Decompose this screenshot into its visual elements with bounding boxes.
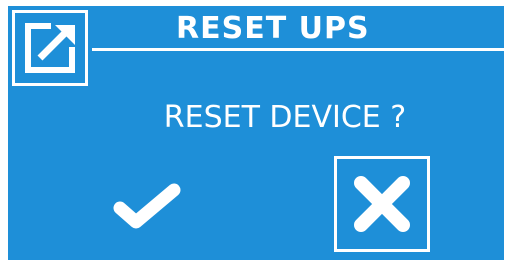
title-divider: [92, 48, 504, 51]
external-link-icon: [12, 10, 88, 86]
checkmark-icon: [113, 183, 181, 229]
page-title: RESET UPS: [176, 11, 370, 46]
confirm-question: RESET DEVICE ?: [163, 100, 407, 135]
cancel-button[interactable]: [334, 156, 430, 252]
lcd-screen: RESET UPS RESET DEVICE ?: [8, 6, 504, 260]
close-icon: [354, 176, 410, 232]
confirm-button[interactable]: [110, 176, 186, 236]
